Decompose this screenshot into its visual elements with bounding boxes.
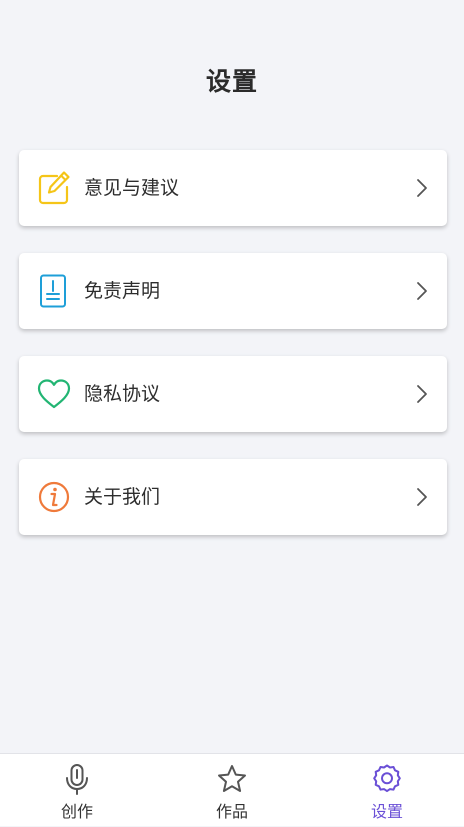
tab-label: 作品: [215, 802, 248, 821]
document-icon: [37, 273, 71, 309]
star-icon: [216, 763, 248, 797]
menu-item-label: 关于我们: [84, 486, 161, 508]
tab-label: 创作: [60, 802, 93, 821]
page-title: 设置: [205, 67, 258, 96]
menu-item-privacy[interactable]: 隐私协议: [19, 356, 447, 432]
menu-item-disclaimer[interactable]: 免责声明: [19, 253, 447, 329]
chevron-right-icon: [415, 281, 429, 301]
settings-icon: [371, 763, 403, 797]
edit-icon: [37, 170, 71, 206]
info-icon: [37, 479, 71, 515]
chevron-right-icon: [415, 178, 429, 198]
menu-item-about[interactable]: 关于我们: [19, 459, 447, 535]
tab-settings[interactable]: 设置: [337, 754, 437, 827]
menu-item-feedback[interactable]: 意见与建议: [19, 150, 447, 226]
tab-works[interactable]: 作品: [182, 754, 282, 827]
chevron-right-icon: [415, 384, 429, 404]
chevron-right-icon: [415, 487, 429, 507]
tab-label: 设置: [370, 802, 403, 821]
tab-create[interactable]: 创作: [27, 754, 127, 827]
bottom-tab-bar: 创作 作品 设置: [0, 753, 464, 826]
heart-icon: [37, 376, 71, 412]
menu-item-label: 免责声明: [84, 280, 161, 302]
menu-item-label: 意见与建议: [84, 177, 180, 199]
microphone-icon: [61, 763, 93, 797]
menu-item-label: 隐私协议: [84, 383, 161, 405]
